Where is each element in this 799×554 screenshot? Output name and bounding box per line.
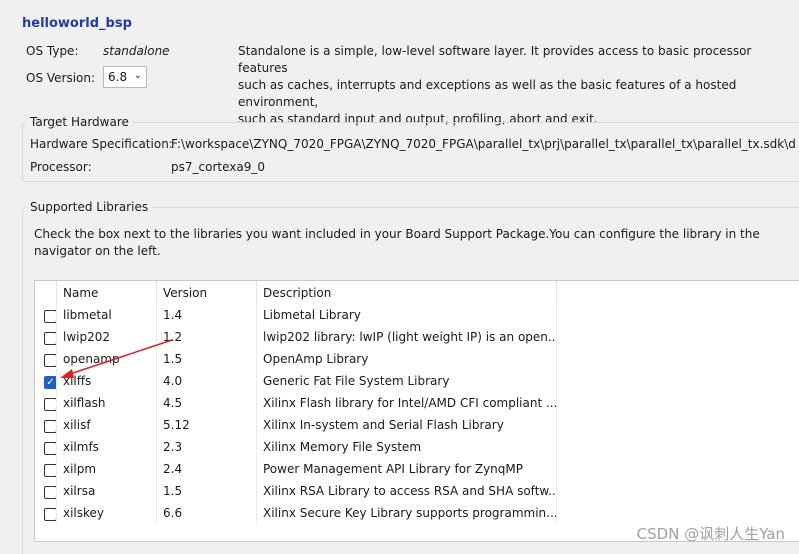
- annotation-arrow: [60, 339, 173, 378]
- watermark: CSDN @讽刺人生Yan: [636, 525, 785, 543]
